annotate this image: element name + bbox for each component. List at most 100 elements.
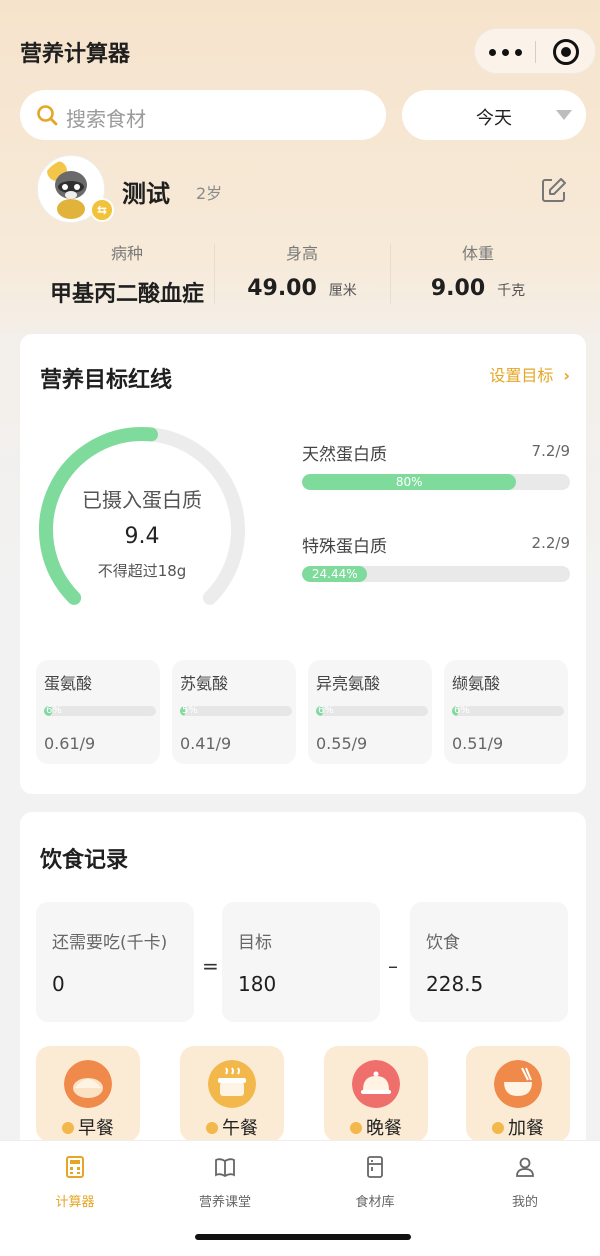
progress-ratio: 7.2/9: [531, 442, 570, 460]
mini-program-capsule: [474, 28, 596, 74]
chevron-down-icon: [556, 110, 572, 120]
header: 营养计算器: [0, 0, 600, 90]
kcal-value: 0: [52, 972, 65, 996]
plus-dot-icon: [206, 1122, 218, 1134]
profile-stats: 病种 甲基丙二酸血症 身高 49.00 厘米 体重 9.00 千克: [0, 240, 600, 320]
equals-sign: =: [202, 954, 219, 978]
stat-value: 9.00: [430, 276, 486, 301]
amino-acid-value: 0.55/9: [316, 734, 368, 753]
tab-label: 我的: [511, 1195, 538, 1210]
more-icon[interactable]: [489, 49, 523, 57]
stat-unit: 厘米: [328, 283, 357, 299]
meal-label: 早餐: [78, 1118, 114, 1139]
meal-breakfast-button[interactable]: 早餐: [36, 1046, 140, 1142]
amino-acid-value: 0.41/9: [180, 734, 232, 753]
amino-acid-list: 蛋氨酸 6% 0.61/9 苏氨酸 5% 0.41/9 异亮氨酸 6% 0.55…: [36, 660, 570, 764]
progress-percent: 24.44%: [311, 567, 358, 581]
user-icon: [516, 1157, 534, 1177]
amino-acid-value: 0.61/9: [44, 734, 96, 753]
amino-acid-name: 苏氨酸: [180, 674, 229, 693]
book-icon: [215, 1158, 235, 1178]
progress-percent: 80%: [395, 475, 423, 489]
pot-icon: [208, 1060, 256, 1108]
amino-acid-name: 蛋氨酸: [44, 674, 93, 693]
tab-label: 计算器: [55, 1195, 95, 1210]
diet-kcal-box: 饮食 228.5: [410, 902, 568, 1022]
set-target-label: 设置目标: [489, 366, 554, 385]
amino-acid-item: 缬氨酸 6% 0.51/9: [444, 660, 568, 764]
bowl-icon: [494, 1060, 542, 1108]
card-title: 饮食记录: [40, 848, 129, 873]
kcal-label: 还需要吃(千卡): [52, 933, 168, 953]
amino-acid-bar: 6%: [316, 706, 428, 716]
capsule-divider: [535, 41, 536, 63]
special-protein-progress: 特殊蛋白质 2.2/9 24.44%: [302, 532, 570, 582]
amino-acid-percent: 6%: [46, 706, 62, 716]
amino-acid-name: 异亮氨酸: [316, 674, 381, 693]
meal-label: 午餐: [222, 1118, 258, 1139]
meal-label: 晚餐: [366, 1118, 402, 1139]
meal-snack-button[interactable]: 加餐: [466, 1046, 570, 1142]
meal-lunch-button[interactable]: 午餐: [180, 1046, 284, 1142]
amino-acid-item: 苏氨酸 5% 0.41/9: [172, 660, 296, 764]
card-title: 营养目标红线: [40, 368, 173, 393]
tab-label: 食材库: [355, 1195, 395, 1210]
gauge-label: 已摄入蛋白质: [82, 488, 202, 512]
stat-value: 甲基丙二酸血症: [49, 282, 204, 307]
stat-height: 身高 49.00 厘米: [214, 240, 390, 301]
home-indicator: [195, 1234, 411, 1240]
kcal-value: 180: [238, 972, 277, 996]
meal-dinner-button[interactable]: 晚餐: [324, 1046, 428, 1142]
tab-profile[interactable]: 我的: [450, 1155, 600, 1210]
edit-icon[interactable]: [540, 176, 568, 204]
progress-ratio: 2.2/9: [531, 534, 570, 552]
kcal-label: 饮食: [426, 933, 460, 953]
natural-protein-progress: 天然蛋白质 7.2/9 80%: [302, 440, 570, 490]
set-target-link[interactable]: 设置目标 ›: [489, 362, 570, 386]
kcal-value: 228.5: [426, 972, 484, 996]
amino-acid-name: 缬氨酸: [452, 674, 501, 693]
plus-dot-icon: [350, 1122, 362, 1134]
amino-acid-percent: 6%: [318, 706, 334, 716]
amino-acid-percent: 5%: [182, 706, 198, 716]
stat-disease: 病种 甲基丙二酸血症: [24, 240, 230, 308]
amino-acid-value: 0.51/9: [452, 734, 504, 753]
tab-calculator[interactable]: 计算器: [0, 1155, 150, 1210]
divider: [390, 244, 391, 304]
switch-profile-icon[interactable]: ⇆: [90, 198, 114, 222]
stat-unit: 千克: [497, 283, 526, 299]
amino-acid-bar: 6%: [44, 706, 156, 716]
amino-acid-item: 异亮氨酸 6% 0.55/9: [308, 660, 432, 764]
remaining-kcal-box: 还需要吃(千卡) 0: [36, 902, 194, 1022]
amino-acid-item: 蛋氨酸 6% 0.61/9: [36, 660, 160, 764]
progress-bar: 24.44%: [302, 566, 570, 582]
bun-icon: [64, 1060, 112, 1108]
stat-label: 病种: [110, 244, 143, 263]
search-input[interactable]: 搜索食材: [20, 90, 386, 140]
amino-acid-percent: 6%: [454, 706, 470, 716]
amino-acid-bar: 5%: [180, 706, 292, 716]
tab-nutrition-class[interactable]: 营养课堂: [150, 1155, 300, 1210]
target-kcal-box: 目标 180: [222, 902, 380, 1022]
stat-value: 49.00: [247, 276, 317, 301]
meal-label: 加餐: [508, 1118, 544, 1139]
stat-label: 体重: [461, 244, 494, 263]
app-title: 营养计算器: [20, 42, 131, 67]
kcal-label: 目标: [238, 933, 272, 953]
nutrition-target-card: 营养目标红线 设置目标 › 已摄入蛋白质 9.4 不得超过18g 天然蛋白质 7.…: [20, 334, 586, 794]
tab-food-library[interactable]: 食材库: [300, 1155, 450, 1210]
chevron-right-icon: ›: [563, 366, 570, 385]
user-age: 2岁: [196, 184, 223, 203]
tab-label: 营养课堂: [198, 1195, 251, 1210]
amino-acid-bar: 6%: [452, 706, 564, 716]
gauge-note: 不得超过18g: [97, 562, 187, 580]
plus-dot-icon: [62, 1122, 74, 1134]
calculator-icon: [66, 1156, 84, 1178]
close-target-icon[interactable]: [553, 39, 579, 65]
progress-bar: 80%: [302, 474, 570, 490]
diet-record-card: 饮食记录 还需要吃(千卡) 0 = 目标 180 – 饮食 228.5 早餐 午…: [20, 812, 586, 1152]
date-select[interactable]: 今天: [402, 90, 586, 140]
search-placeholder: 搜索食材: [66, 107, 146, 131]
divider: [214, 244, 215, 304]
plus-dot-icon: [492, 1122, 504, 1134]
